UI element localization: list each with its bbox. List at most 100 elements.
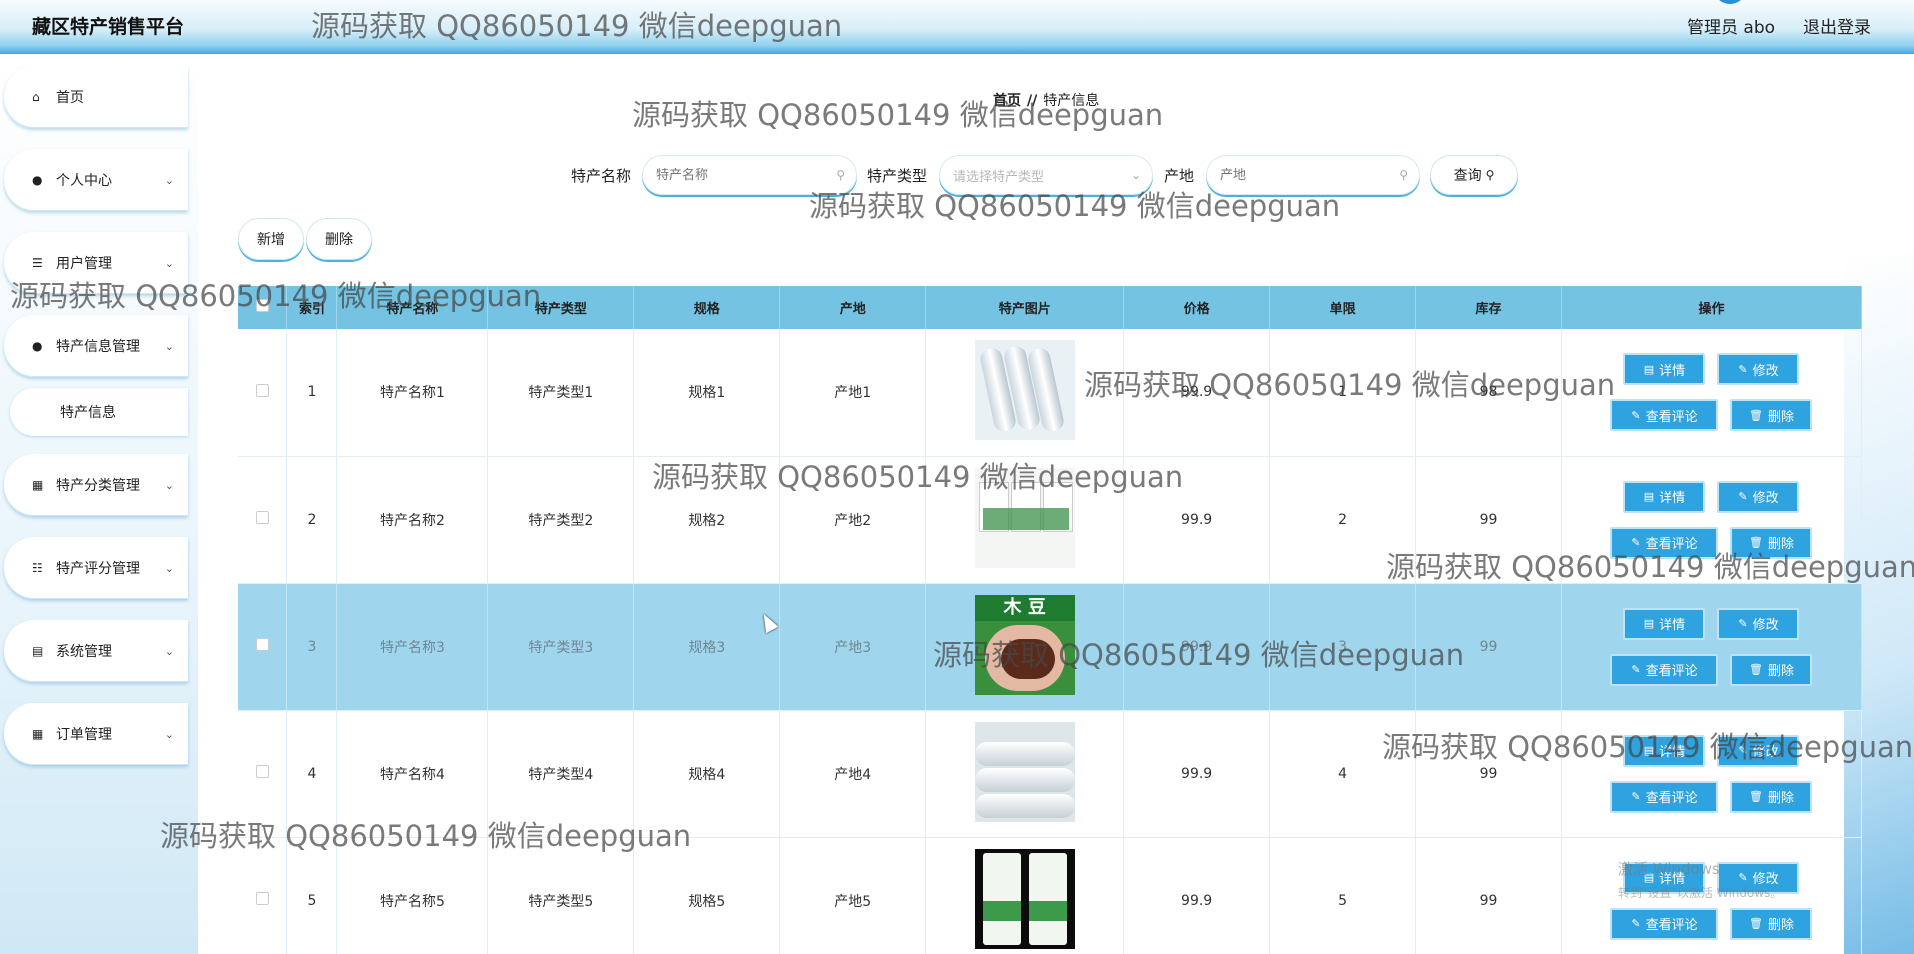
chevron-down-icon: ⌄ xyxy=(164,339,174,353)
select-all-cell xyxy=(238,286,288,329)
image-cell: 木 豆 xyxy=(925,583,1125,711)
delete-label: 删除 xyxy=(1767,664,1794,679)
detail-button[interactable]: ▤ 详情 xyxy=(1623,734,1706,767)
table-row[interactable]: 1 特产名称1 特产类型1 规格1 产地1 99.9 1 98 ▤ 详情 ✎ 修改 ✎ 查看评论 🗑 删除 xyxy=(238,329,1863,457)
detail-button[interactable]: ▤ 详情 xyxy=(1623,353,1706,386)
sidebar-item-user-management[interactable]: ☰ 用户管理 ⌄ xyxy=(4,232,188,294)
price-cell: 99.9 xyxy=(1123,710,1271,838)
sidebar-item-order-management[interactable]: ▦ 订单管理 ⌄ xyxy=(4,703,188,765)
add-button[interactable]: 新增 xyxy=(238,218,304,260)
view-comments-button[interactable]: ✎ 查看评论 xyxy=(1610,526,1719,559)
trash-icon: 🗑 xyxy=(1748,408,1763,422)
delete-label: 删除 xyxy=(1767,791,1794,806)
type-label: 特产类型 xyxy=(867,167,928,185)
name-label: 特产名称 xyxy=(571,167,632,185)
document-icon: ▤ xyxy=(1643,362,1655,376)
name-input[interactable] xyxy=(656,167,836,183)
table-row[interactable]: 4 特产名称4 特产类型4 规格4 产地4 99.9 4 99 ▤ 详情 ✎ 修改 ✎ 查看评论 🗑 删除 xyxy=(238,710,1863,838)
name-cell: 特产名称5 xyxy=(336,837,489,954)
column-header: 特产图片 xyxy=(925,286,1125,329)
film-rolls-image[interactable] xyxy=(974,721,1075,822)
index-cell: 3 xyxy=(286,583,338,711)
row-delete-button[interactable]: 🗑 删除 xyxy=(1730,653,1813,686)
edit-button[interactable]: ✎ 修改 xyxy=(1717,480,1800,513)
index-cell: 5 xyxy=(286,837,338,954)
search-icon: ⚲ xyxy=(1399,168,1408,182)
sidebar-item-home[interactable]: ⌂ 首页 xyxy=(4,66,188,128)
row-delete-button[interactable]: 🗑 删除 xyxy=(1730,399,1813,432)
row-checkbox[interactable] xyxy=(255,765,269,778)
sidebar-subitem-product-info[interactable]: 特产信息 xyxy=(10,388,188,436)
row-delete-button[interactable]: 🗑 删除 xyxy=(1730,780,1813,813)
limit-cell: 5 xyxy=(1269,837,1417,954)
row-select-cell xyxy=(238,710,288,838)
pencil-icon: ✎ xyxy=(1631,663,1641,676)
stock-cell: 98 xyxy=(1415,329,1562,457)
row-delete-button[interactable]: 🗑 删除 xyxy=(1730,526,1813,559)
column-header: 价格 xyxy=(1123,286,1271,329)
sidebar-item-category-management[interactable]: ▦ 特产分类管理 ⌄ xyxy=(4,454,188,516)
row-checkbox[interactable] xyxy=(255,638,269,651)
row-checkbox[interactable] xyxy=(255,892,269,905)
rolled-film-image[interactable] xyxy=(974,340,1075,441)
fertilizer-bags-image[interactable] xyxy=(974,467,1075,568)
stock-cell: 99 xyxy=(1415,456,1562,584)
detail-label: 详情 xyxy=(1659,491,1686,506)
edit-button[interactable]: ✎ 修改 xyxy=(1717,734,1800,767)
row-checkbox[interactable] xyxy=(255,383,269,397)
trash-icon: 🗑 xyxy=(1748,917,1763,930)
search-icon: ⚲ xyxy=(836,168,845,182)
beans-in-hand-image[interactable]: 木 豆 xyxy=(974,594,1075,695)
origin-input[interactable] xyxy=(1220,167,1400,183)
detail-button[interactable]: ▤ 详情 xyxy=(1623,607,1706,640)
detail-label: 详情 xyxy=(1659,745,1686,760)
table-row[interactable]: 3 特产名称3 特产类型3 规格3 产地3 木 豆 99.9 3 99 ▤ 详情 ✎ 修改 ✎ 查看评论 🗑 删… xyxy=(238,583,1863,711)
origin-label: 产地 xyxy=(1164,167,1195,185)
index-cell: 2 xyxy=(286,456,338,584)
price-cell: 99.9 xyxy=(1123,837,1271,954)
logout-link[interactable]: 退出登录 xyxy=(1803,13,1871,38)
type-cell: 特产类型2 xyxy=(487,456,635,584)
detail-button[interactable]: ▤ 详情 xyxy=(1623,480,1706,513)
name-search-input[interactable]: ⚲ xyxy=(642,155,857,195)
limit-cell: 2 xyxy=(1269,456,1417,584)
sidebar-item-rating-management[interactable]: ☷ 特产评分管理 ⌄ xyxy=(4,537,188,599)
origin-search-input[interactable]: ⚲ xyxy=(1206,155,1420,195)
row-delete-button[interactable]: 🗑 删除 xyxy=(1730,907,1813,940)
pencil-icon: ✎ xyxy=(1738,617,1748,630)
query-button[interactable]: 查询 ⚲ xyxy=(1430,155,1518,195)
operations-cell: ▤ 详情 ✎ 修改 ✎ 查看评论 🗑 删除 xyxy=(1561,329,1863,457)
breadcrumb-home[interactable]: 首页 xyxy=(993,93,1021,109)
operations-cell: ▤ 详情 ✎ 修改 ✎ 查看评论 🗑 删除 xyxy=(1561,583,1863,711)
avatar xyxy=(1716,0,1744,4)
image-cell xyxy=(925,456,1125,584)
edit-label: 修改 xyxy=(1752,491,1779,506)
spec-cell: 规格3 xyxy=(633,583,781,711)
bulk-delete-button[interactable]: 删除 xyxy=(306,218,372,260)
origin-cell: 产地2 xyxy=(779,456,927,584)
row-checkbox[interactable] xyxy=(255,511,269,524)
view-comments-button[interactable]: ✎ 查看评论 xyxy=(1610,780,1719,813)
price-cell: 99.9 xyxy=(1123,583,1271,711)
pencil-icon: ✎ xyxy=(1631,536,1641,549)
type-cell: 特产类型3 xyxy=(487,583,635,711)
image-cell xyxy=(925,837,1125,954)
select-all-checkbox[interactable] xyxy=(255,299,269,312)
type-select[interactable]: 请选择特产类型 ⌄ xyxy=(939,155,1153,195)
user-icon: ● xyxy=(32,339,43,353)
type-cell: 特产类型1 xyxy=(487,329,635,457)
sidebar-item-personal-center[interactable]: ● 个人中心 ⌄ xyxy=(4,149,188,211)
rice-bags-image[interactable] xyxy=(974,848,1075,949)
edit-button[interactable]: ✎ 修改 xyxy=(1717,353,1800,386)
column-header: 特产类型 xyxy=(487,286,635,329)
view-comments-button[interactable]: ✎ 查看评论 xyxy=(1610,907,1719,940)
name-cell: 特产名称1 xyxy=(336,329,489,457)
column-header: 索引 xyxy=(286,286,338,329)
view-comments-button[interactable]: ✎ 查看评论 xyxy=(1610,399,1719,432)
stock-cell: 99 xyxy=(1415,710,1562,838)
sidebar-item-system-management[interactable]: ▤ 系统管理 ⌄ xyxy=(4,620,188,682)
sidebar-item-product-info-management[interactable]: ● 特产信息管理 ⌄ xyxy=(4,315,188,377)
view-comments-button[interactable]: ✎ 查看评论 xyxy=(1610,653,1719,686)
table-row[interactable]: 2 特产名称2 特产类型2 规格2 产地2 99.9 2 99 ▤ 详情 ✎ 修改 ✎ 查看评论 🗑 删除 xyxy=(238,456,1863,584)
edit-button[interactable]: ✎ 修改 xyxy=(1717,607,1800,640)
